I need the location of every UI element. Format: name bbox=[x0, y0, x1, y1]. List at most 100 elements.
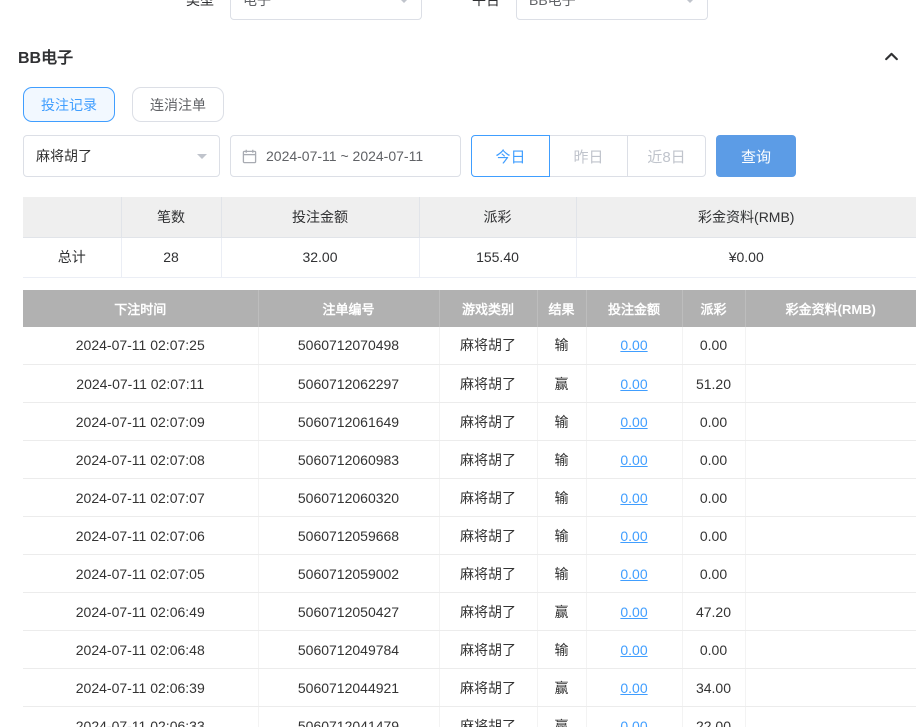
game-type-cell: 麻将胡了 bbox=[439, 593, 537, 631]
bet-amount-link[interactable]: 0.00 bbox=[620, 376, 647, 392]
header-payout: 派彩 bbox=[682, 290, 745, 327]
section-header: BB电子 bbox=[0, 24, 916, 68]
bet-amount-cell: 0.00 bbox=[586, 365, 682, 403]
order-id-cell: 5060712062297 bbox=[258, 365, 439, 403]
bet-time-cell: 2024-07-11 02:07:09 bbox=[23, 403, 258, 441]
chevron-down-icon bbox=[399, 0, 409, 8]
order-id-cell: 5060712041479 bbox=[258, 707, 439, 727]
platform-label: 平台 bbox=[472, 0, 500, 10]
bonus-cell bbox=[745, 707, 916, 727]
bet-amount-cell: 0.00 bbox=[586, 327, 682, 365]
bonus-cell bbox=[745, 327, 916, 365]
result-cell: 输 bbox=[537, 327, 586, 365]
order-id-cell: 5060712061649 bbox=[258, 403, 439, 441]
bet-amount-link[interactable]: 0.00 bbox=[620, 718, 647, 727]
payout-cell: 0.00 bbox=[682, 441, 745, 479]
result-cell: 输 bbox=[537, 631, 586, 669]
summary-header-bonus: 彩金资料(RMB) bbox=[576, 197, 916, 237]
header-bet-amount: 投注金额 bbox=[586, 290, 682, 327]
game-type-cell: 麻将胡了 bbox=[439, 517, 537, 555]
game-type-cell: 麻将胡了 bbox=[439, 327, 537, 365]
bonus-cell bbox=[745, 593, 916, 631]
bet-amount-link[interactable]: 0.00 bbox=[620, 680, 647, 696]
game-select-value: 麻将胡了 bbox=[36, 146, 92, 166]
summary-total-row: 总计 28 32.00 155.40 ¥0.00 bbox=[23, 237, 916, 277]
type-select[interactable]: 电子 bbox=[230, 0, 422, 20]
search-button[interactable]: 查询 bbox=[716, 135, 796, 177]
records-tbody: 2024-07-11 02:07:25 5060712070498 麻将胡了 输… bbox=[23, 327, 916, 727]
type-select-value: 电子 bbox=[243, 0, 271, 10]
tab-bar: 投注记录 连消注单 bbox=[23, 87, 916, 122]
bet-amount-cell: 0.00 bbox=[586, 479, 682, 517]
table-row: 2024-07-11 02:07:05 5060712059002 麻将胡了 输… bbox=[23, 555, 916, 593]
table-row: 2024-07-11 02:07:09 5060712061649 麻将胡了 输… bbox=[23, 403, 916, 441]
result-cell: 输 bbox=[537, 517, 586, 555]
order-id-cell: 5060712059668 bbox=[258, 517, 439, 555]
game-type-cell: 麻将胡了 bbox=[439, 479, 537, 517]
bet-time-cell: 2024-07-11 02:06:33 bbox=[23, 707, 258, 727]
section-title: BB电子 bbox=[18, 44, 73, 68]
result-cell: 输 bbox=[537, 403, 586, 441]
header-bet-time: 下注时间 bbox=[23, 290, 258, 327]
payout-cell: 47.20 bbox=[682, 593, 745, 631]
bet-time-cell: 2024-07-11 02:07:25 bbox=[23, 327, 258, 365]
order-id-cell: 5060712049784 bbox=[258, 631, 439, 669]
total-payout: 155.40 bbox=[419, 237, 576, 277]
summary-header-blank bbox=[23, 197, 121, 237]
header-bonus: 彩金资料(RMB) bbox=[745, 290, 916, 327]
order-id-cell: 5060712070498 bbox=[258, 327, 439, 365]
bet-time-cell: 2024-07-11 02:06:48 bbox=[23, 631, 258, 669]
total-bet-amount: 32.00 bbox=[221, 237, 419, 277]
payout-cell: 0.00 bbox=[682, 327, 745, 365]
bet-amount-link[interactable]: 0.00 bbox=[620, 414, 647, 430]
chevron-down-icon bbox=[685, 0, 695, 8]
payout-cell: 0.00 bbox=[682, 403, 745, 441]
order-id-cell: 5060712060983 bbox=[258, 441, 439, 479]
range-last8days-button[interactable]: 近8日 bbox=[627, 135, 706, 177]
bet-time-cell: 2024-07-11 02:06:39 bbox=[23, 669, 258, 707]
bet-amount-link[interactable]: 0.00 bbox=[620, 528, 647, 544]
bonus-cell bbox=[745, 479, 916, 517]
bet-amount-link[interactable]: 0.00 bbox=[620, 337, 647, 353]
table-row: 2024-07-11 02:07:07 5060712060320 麻将胡了 输… bbox=[23, 479, 916, 517]
table-row: 2024-07-11 02:06:49 5060712050427 麻将胡了 赢… bbox=[23, 593, 916, 631]
collapse-button[interactable] bbox=[883, 48, 900, 65]
platform-select[interactable]: BB电子 bbox=[516, 0, 708, 20]
bet-amount-link[interactable]: 0.00 bbox=[620, 604, 647, 620]
bet-amount-cell: 0.00 bbox=[586, 403, 682, 441]
bet-time-cell: 2024-07-11 02:07:06 bbox=[23, 517, 258, 555]
summary-header-row: 笔数 投注金额 派彩 彩金资料(RMB) bbox=[23, 197, 916, 237]
bet-amount-link[interactable]: 0.00 bbox=[620, 490, 647, 506]
table-row: 2024-07-11 02:06:48 5060712049784 麻将胡了 输… bbox=[23, 631, 916, 669]
bet-time-cell: 2024-07-11 02:07:08 bbox=[23, 441, 258, 479]
order-id-cell: 5060712044921 bbox=[258, 669, 439, 707]
bonus-cell bbox=[745, 403, 916, 441]
summary-header-payout: 派彩 bbox=[419, 197, 576, 237]
payout-cell: 0.00 bbox=[682, 517, 745, 555]
tab-cancelled-orders[interactable]: 连消注单 bbox=[132, 87, 224, 122]
range-yesterday-button[interactable]: 昨日 bbox=[549, 135, 628, 177]
header-order-id: 注单编号 bbox=[258, 290, 439, 327]
bet-amount-link[interactable]: 0.00 bbox=[620, 566, 647, 582]
calendar-icon bbox=[242, 149, 257, 164]
table-row: 2024-07-11 02:07:06 5060712059668 麻将胡了 输… bbox=[23, 517, 916, 555]
bet-amount-link[interactable]: 0.00 bbox=[620, 642, 647, 658]
header-game-type: 游戏类别 bbox=[439, 290, 537, 327]
date-range-input[interactable]: 2024-07-11 ~ 2024-07-11 bbox=[230, 135, 461, 177]
payout-cell: 51.20 bbox=[682, 365, 745, 403]
platform-select-value: BB电子 bbox=[529, 0, 576, 10]
game-select[interactable]: 麻将胡了 bbox=[23, 135, 220, 177]
result-cell: 输 bbox=[537, 479, 586, 517]
table-row: 2024-07-11 02:07:11 5060712062297 麻将胡了 赢… bbox=[23, 365, 916, 403]
game-type-cell: 麻将胡了 bbox=[439, 631, 537, 669]
table-row: 2024-07-11 02:06:33 5060712041479 麻将胡了 赢… bbox=[23, 707, 916, 727]
tab-bet-records[interactable]: 投注记录 bbox=[23, 87, 115, 122]
total-bonus: ¥0.00 bbox=[576, 237, 916, 277]
result-cell: 赢 bbox=[537, 365, 586, 403]
game-type-cell: 麻将胡了 bbox=[439, 365, 537, 403]
game-type-cell: 麻将胡了 bbox=[439, 403, 537, 441]
bet-time-cell: 2024-07-11 02:07:05 bbox=[23, 555, 258, 593]
bonus-cell bbox=[745, 441, 916, 479]
range-today-button[interactable]: 今日 bbox=[471, 135, 550, 177]
bet-amount-link[interactable]: 0.00 bbox=[620, 452, 647, 468]
